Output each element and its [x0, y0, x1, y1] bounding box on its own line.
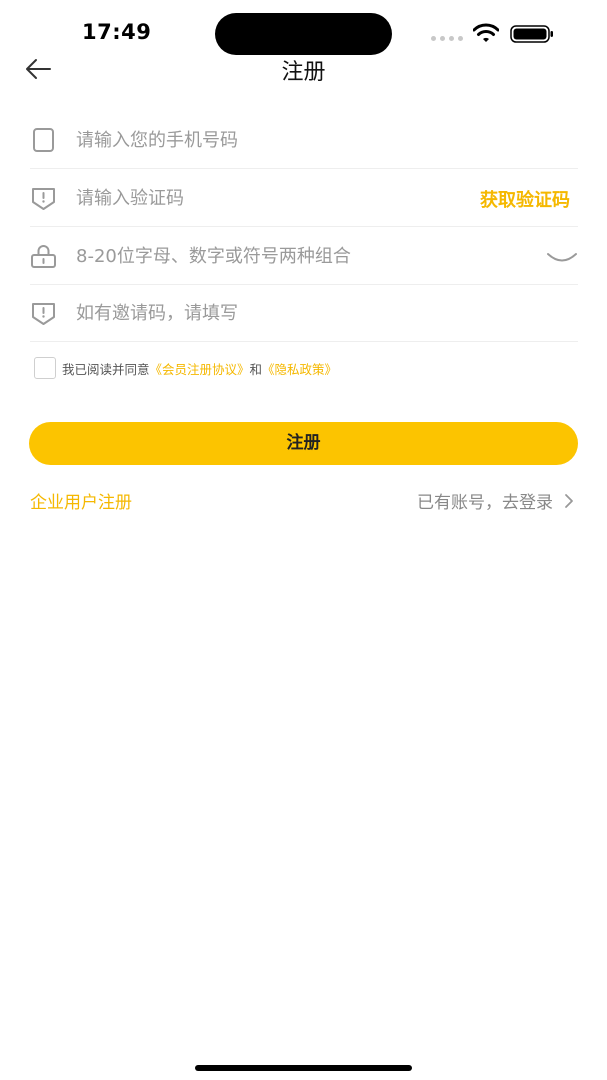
- wifi-icon: [473, 23, 499, 42]
- phone-input[interactable]: [76, 121, 456, 159]
- register-page: 17:49 注册 获取验证码: [0, 0, 607, 1080]
- privacy-policy-link[interactable]: 《隐私政策》: [262, 362, 337, 377]
- verification-code-row: 获取验证码: [30, 169, 578, 227]
- shield-icon: [32, 303, 55, 325]
- agreement-checkbox[interactable]: [34, 357, 56, 379]
- enterprise-register-link[interactable]: 企业用户注册: [30, 488, 132, 513]
- register-button[interactable]: 注册: [29, 422, 578, 465]
- login-link[interactable]: 已有账号，去登录: [417, 488, 575, 513]
- agreement-row: 我已阅读并同意《会员注册协议》和《隐私政策》: [34, 357, 574, 379]
- status-bar: 17:49: [0, 0, 607, 62]
- cellular-signal-icon: [431, 36, 463, 42]
- verification-code-input[interactable]: [76, 179, 456, 217]
- chevron-right-icon: [565, 493, 573, 508]
- invite-code-row: [30, 284, 578, 342]
- phone-row: [30, 111, 578, 169]
- lock-icon: [31, 245, 56, 268]
- login-link-label: 已有账号，去登录: [417, 493, 553, 513]
- battery-icon: [510, 25, 553, 43]
- shield-icon: [32, 188, 55, 210]
- phone-icon: [33, 128, 54, 152]
- home-indicator: [195, 1065, 412, 1071]
- page-title: 注册: [281, 60, 326, 85]
- password-row: [30, 227, 578, 285]
- get-code-button[interactable]: 获取验证码: [480, 186, 570, 212]
- agreement-text: 我已阅读并同意《会员注册协议》和《隐私政策》: [62, 359, 337, 378]
- eye-closed-icon[interactable]: [546, 245, 578, 267]
- user-agreement-link[interactable]: 《会员注册协议》: [150, 362, 250, 377]
- agreement-connector: 和: [249, 362, 263, 377]
- password-input[interactable]: [76, 237, 456, 275]
- dynamic-island: [215, 13, 392, 55]
- status-time: 17:49: [82, 20, 152, 44]
- invite-code-input[interactable]: [76, 294, 456, 332]
- agreement-prefix: 我已阅读并同意: [62, 362, 150, 377]
